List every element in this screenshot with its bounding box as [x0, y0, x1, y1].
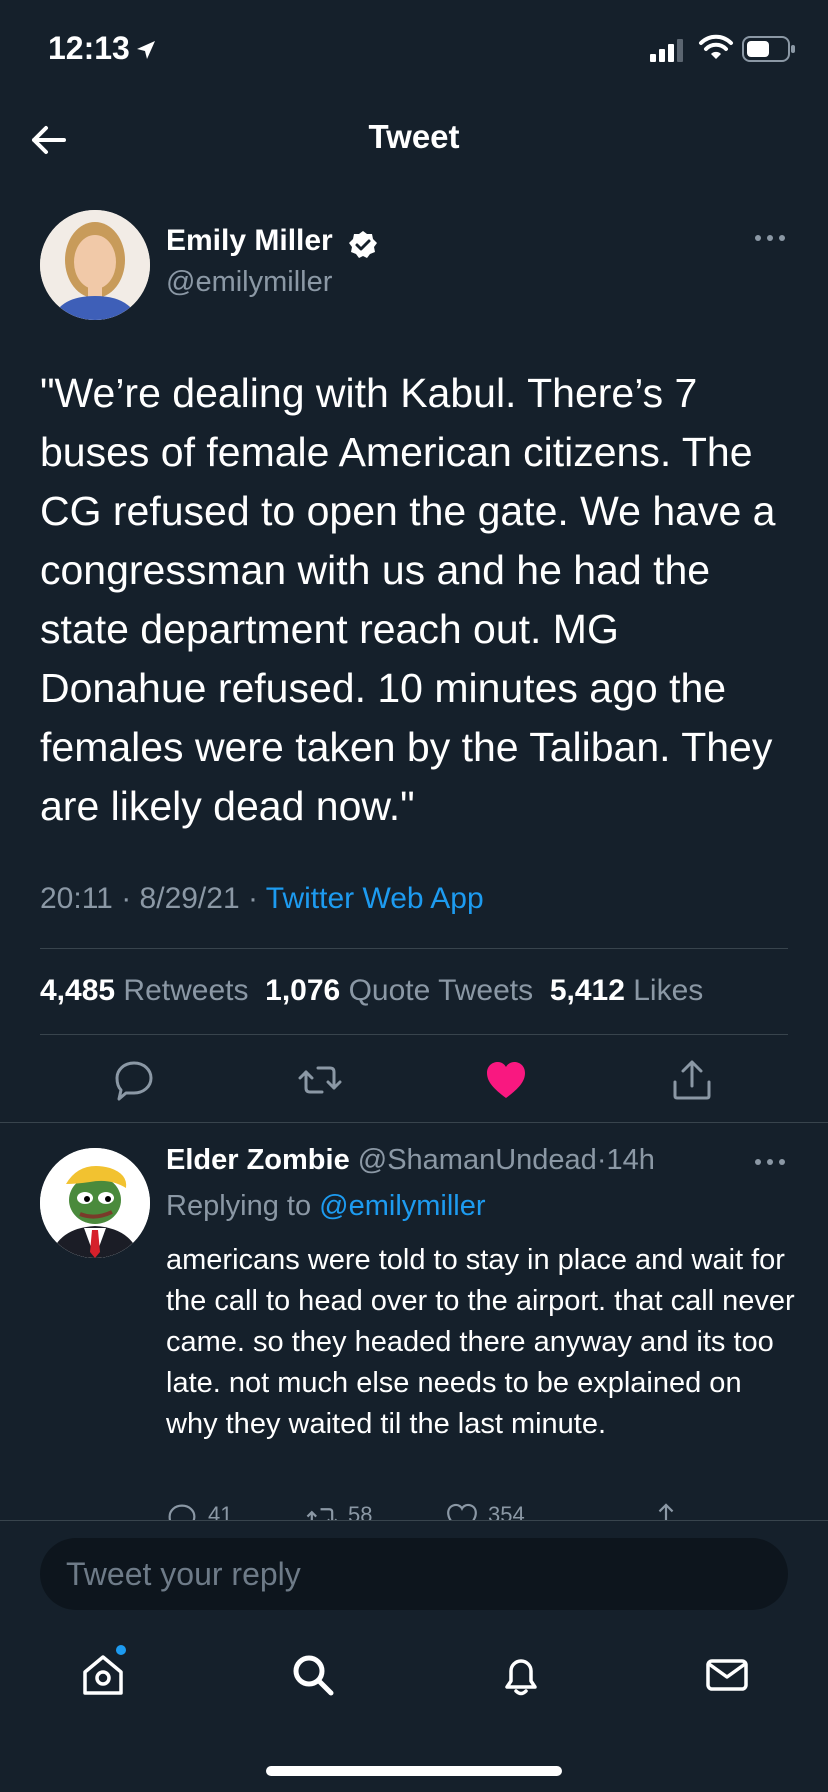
- status-time: 12:13: [48, 30, 130, 66]
- retweets-stat[interactable]: 4,485 Retweets: [40, 974, 248, 1007]
- reply-author-handle[interactable]: @ShamanUndead: [358, 1144, 597, 1176]
- reply-author-avatar[interactable]: [40, 1148, 150, 1258]
- reply-reply-action[interactable]: 41: [166, 1502, 232, 1520]
- like-heart-outline-icon: [447, 1503, 477, 1520]
- messages-mail-icon[interactable]: [704, 1652, 750, 1698]
- likes-stat[interactable]: 5,412 Likes: [550, 974, 703, 1007]
- author-avatar-image: [40, 210, 150, 320]
- reply-like-count: 354: [488, 1502, 525, 1520]
- section-divider: [0, 1122, 828, 1123]
- more-options-icon[interactable]: [754, 232, 786, 244]
- tweet-source-link[interactable]: Twitter Web App: [266, 882, 484, 915]
- share-icon: [658, 1503, 674, 1520]
- likes-label: Likes: [633, 974, 704, 1007]
- tweet-stats: 4,485 Retweets 1,076 Quote Tweets 5,412 …: [40, 974, 703, 1008]
- search-icon[interactable]: [290, 1652, 336, 1698]
- reply-retweet-action[interactable]: 58: [306, 1502, 372, 1520]
- replying-to: Replying to @emilymiller: [166, 1190, 486, 1223]
- reply-more-options-icon[interactable]: [754, 1156, 786, 1168]
- reply-text: americans were told to stay in place and…: [166, 1244, 795, 1440]
- likes-count: 5,412: [549, 974, 625, 1007]
- replying-to-mention[interactable]: @emilymiller: [319, 1190, 485, 1222]
- notifications-bell-icon[interactable]: [498, 1652, 544, 1698]
- composer-divider: [0, 1520, 828, 1521]
- location-arrow-icon: [137, 41, 155, 59]
- meta-separator: ·: [121, 882, 132, 915]
- author-name[interactable]: Emily Miller: [166, 224, 333, 258]
- reply-header: Elder Zombie @ShamanUndead·14h: [166, 1144, 655, 1177]
- reply-age: 14h: [606, 1144, 655, 1176]
- reply-author-name[interactable]: Elder Zombie: [166, 1144, 350, 1176]
- battery-icon: [742, 36, 795, 62]
- home-indicator[interactable]: [266, 1766, 562, 1776]
- author-avatar[interactable]: [40, 210, 150, 320]
- reply-reply-count: 41: [208, 1502, 233, 1520]
- reply-icon: [168, 1504, 196, 1520]
- reply-avatar-image: [40, 1148, 150, 1258]
- author-handle[interactable]: @emilymiller: [166, 266, 332, 299]
- home-icon[interactable]: [80, 1652, 126, 1698]
- meta-separator: ·: [247, 882, 258, 915]
- reply-action-bar: 41 58 354: [166, 1502, 686, 1520]
- reply-share-action[interactable]: [650, 1502, 682, 1520]
- retweet-icon: [306, 1508, 338, 1520]
- share-icon[interactable]: [670, 1058, 714, 1102]
- replying-prefix: Replying to: [166, 1190, 312, 1222]
- tweet-text: "We’re dealing with Kabul. There’s 7 bus…: [40, 370, 776, 829]
- divider: [40, 1034, 788, 1035]
- verified-badge-icon: [349, 231, 377, 258]
- retweets-count: 4,485: [40, 974, 116, 1007]
- retweet-icon[interactable]: [298, 1058, 342, 1102]
- tweet-reply-input[interactable]: [40, 1538, 788, 1610]
- tweet-meta: 20:11 · 8/29/21 · Twitter Web App: [40, 882, 484, 916]
- cellular-signal-icon: [650, 39, 683, 62]
- reply-icon[interactable]: [112, 1058, 156, 1102]
- wifi-icon: [699, 34, 733, 59]
- reply-like-action[interactable]: 354: [446, 1502, 525, 1520]
- page-title: Tweet: [368, 118, 460, 155]
- like-heart-icon[interactable]: [484, 1058, 528, 1102]
- reply-retweet-count: 58: [348, 1502, 373, 1520]
- quotes-count: 1,076: [265, 974, 341, 1007]
- quotes-label: Quote Tweets: [348, 974, 534, 1007]
- divider: [40, 948, 788, 949]
- retweets-label: Retweets: [123, 974, 249, 1007]
- notification-dot: [116, 1645, 126, 1655]
- quotes-stat[interactable]: 1,076 Quote Tweets: [265, 974, 533, 1007]
- tweet-date: 8/29/21: [139, 882, 240, 915]
- tweet-time: 20:11: [40, 882, 113, 915]
